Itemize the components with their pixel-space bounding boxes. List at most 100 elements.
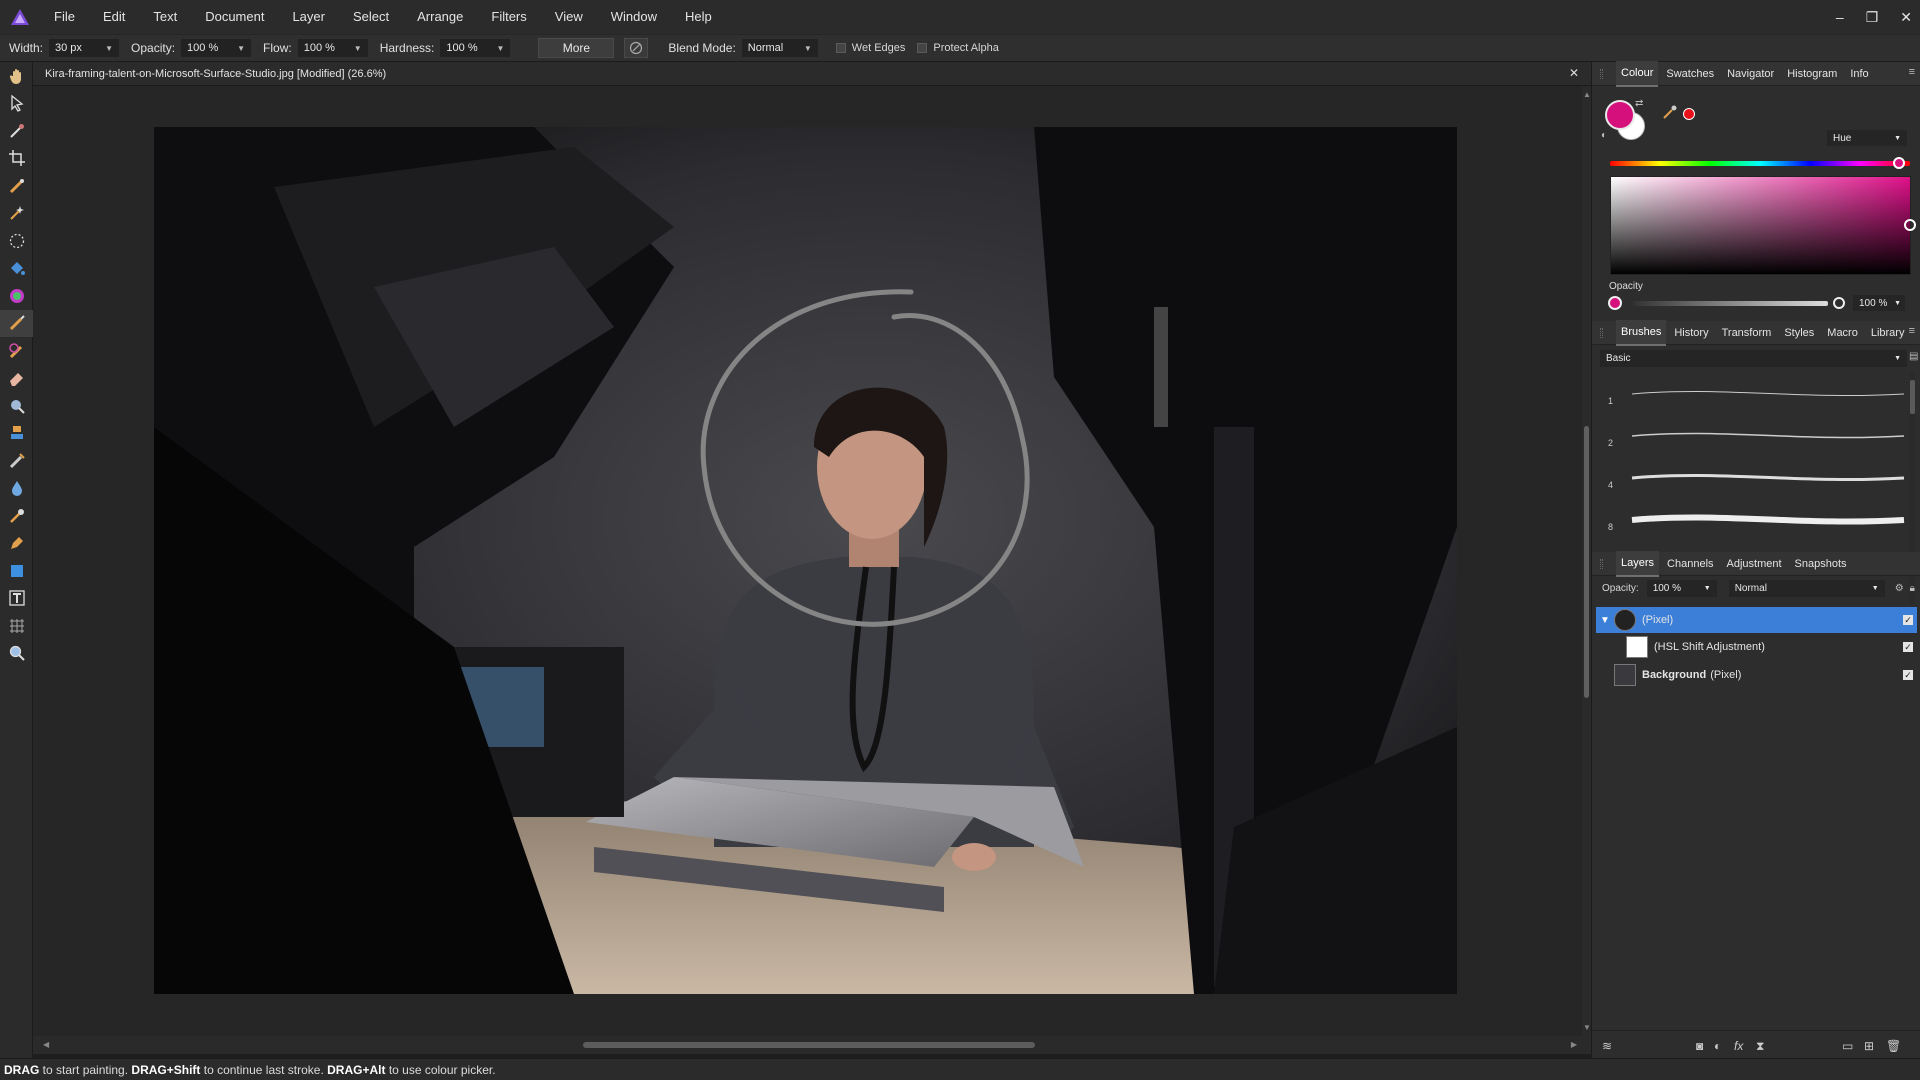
- hardness-field[interactable]: 100 % ▼: [440, 39, 511, 57]
- protect-alpha-checkbox[interactable]: [917, 43, 928, 53]
- menu-view[interactable]: View: [541, 0, 597, 34]
- flow-field[interactable]: 100 % ▼: [297, 39, 368, 57]
- tool-move[interactable]: [0, 90, 33, 118]
- menu-text[interactable]: Text: [139, 0, 191, 34]
- menu-filters[interactable]: Filters: [477, 0, 540, 34]
- mask-icon[interactable]: ◙: [1696, 1039, 1703, 1053]
- primary-colour-swatch[interactable]: [1605, 100, 1635, 130]
- blend-mode-select[interactable]: Normal ▼: [741, 39, 818, 57]
- brush-view-icon[interactable]: ▤: [1909, 351, 1918, 362]
- menu-help[interactable]: Help: [671, 0, 726, 34]
- tab-colour[interactable]: Colour: [1616, 60, 1659, 87]
- tab-adjustment[interactable]: Adjustment: [1722, 552, 1787, 576]
- tab-layers[interactable]: Layers: [1616, 550, 1660, 577]
- menu-arrange[interactable]: Arrange: [403, 0, 477, 34]
- vertical-scrollbar[interactable]: ▲ ▼: [1582, 86, 1591, 1036]
- brush-item[interactable]: 4: [1608, 464, 1908, 504]
- panel-menu-icon[interactable]: ≡: [1909, 325, 1915, 337]
- menu-window[interactable]: Window: [597, 0, 671, 34]
- tab-snapshots[interactable]: Snapshots: [1790, 552, 1852, 576]
- brush-category-select[interactable]: Basic ▼: [1600, 350, 1907, 367]
- live-filter-icon[interactable]: ⧗: [1756, 1039, 1764, 1054]
- tool-pen[interactable]: [0, 530, 33, 558]
- colour-mode-select[interactable]: Hue ▼: [1827, 130, 1907, 146]
- horizontal-scroll-thumb[interactable]: [583, 1042, 1035, 1048]
- layer-stack-icon[interactable]: ≋: [1602, 1039, 1612, 1053]
- eyedropper-icon[interactable]: [1662, 104, 1678, 123]
- stylus-pressure-button[interactable]: [624, 38, 649, 58]
- close-document-button[interactable]: ✕: [1569, 66, 1579, 80]
- panel-menu-icon[interactable]: ≡: [1909, 66, 1915, 78]
- tool-clone[interactable]: [0, 420, 33, 448]
- document-tab[interactable]: Kira-framing-talent-on-Microsoft-Surface…: [33, 62, 1591, 86]
- tool-hand[interactable]: [0, 62, 33, 90]
- brushes-scroll-thumb[interactable]: [1910, 380, 1915, 414]
- brush-item[interactable]: 1: [1608, 380, 1908, 420]
- menu-select[interactable]: Select: [339, 0, 403, 34]
- tab-library[interactable]: Library: [1866, 321, 1910, 345]
- width-field[interactable]: 30 px ▼: [49, 39, 120, 57]
- tool-smudge[interactable]: [0, 502, 33, 530]
- layer-row[interactable]: Background (Pixel) ✓: [1596, 662, 1917, 688]
- tab-navigator[interactable]: Navigator: [1722, 62, 1779, 86]
- tool-dodge[interactable]: [0, 392, 33, 420]
- menu-layer[interactable]: Layer: [278, 0, 339, 34]
- layer-row[interactable]: (HSL Shift Adjustment) ✓: [1596, 634, 1917, 660]
- colour-opacity-field[interactable]: 100 % ▼: [1853, 295, 1905, 311]
- panel-grip-icon[interactable]: [1600, 559, 1603, 569]
- scroll-left-icon[interactable]: ◀: [43, 1040, 49, 1049]
- adjustment-icon[interactable]: ◐: [1714, 1039, 1721, 1053]
- layer-opacity-field[interactable]: 100 % ▼: [1646, 579, 1717, 597]
- reset-colours-icon[interactable]: ◐: [1601, 130, 1607, 141]
- brush-item[interactable]: 8: [1608, 506, 1908, 546]
- tool-paint-brush[interactable]: [0, 309, 33, 337]
- tool-zoom[interactable]: [0, 640, 33, 668]
- tool-color-replacement[interactable]: [0, 337, 33, 365]
- folder-icon[interactable]: ▭: [1842, 1039, 1853, 1053]
- scroll-up-icon[interactable]: ▲: [1583, 90, 1591, 99]
- tab-styles[interactable]: Styles: [1779, 321, 1819, 345]
- swap-colours-icon[interactable]: ⇄: [1635, 98, 1643, 109]
- tab-history[interactable]: History: [1669, 321, 1713, 345]
- hue-slider[interactable]: [1610, 157, 1910, 169]
- tool-gradient[interactable]: [0, 282, 33, 310]
- tool-erase[interactable]: [0, 365, 33, 393]
- lock-icon[interactable]: 🔒︎: [1910, 583, 1915, 594]
- tab-brushes[interactable]: Brushes: [1616, 319, 1667, 346]
- tab-histogram[interactable]: Histogram: [1782, 62, 1842, 86]
- tab-macro[interactable]: Macro: [1822, 321, 1863, 345]
- tool-mesh-warp[interactable]: [0, 612, 33, 640]
- panel-grip-icon[interactable]: [1600, 328, 1603, 338]
- tool-flood-fill[interactable]: [0, 255, 33, 283]
- tab-channels[interactable]: Channels: [1662, 552, 1718, 576]
- more-button[interactable]: More: [538, 38, 615, 58]
- menu-document[interactable]: Document: [191, 0, 278, 34]
- tool-rectangle[interactable]: [0, 557, 33, 585]
- tab-info[interactable]: Info: [1845, 62, 1873, 86]
- tool-blur[interactable]: [0, 475, 33, 503]
- brush-item[interactable]: 2: [1608, 422, 1908, 462]
- wet-edges-checkbox[interactable]: [835, 43, 846, 53]
- expand-chevron-icon[interactable]: ▼: [1596, 615, 1614, 626]
- scroll-down-icon[interactable]: ▼: [1583, 1023, 1591, 1032]
- layer-visibility-checkbox[interactable]: ✓: [1903, 670, 1913, 680]
- tab-transform[interactable]: Transform: [1717, 321, 1777, 345]
- tool-text[interactable]: [0, 585, 33, 613]
- panel-grip-icon[interactable]: [1600, 69, 1603, 79]
- restore-button[interactable]: ❐: [1866, 9, 1879, 26]
- layer-visibility-checkbox[interactable]: ✓: [1903, 642, 1913, 652]
- menu-file[interactable]: File: [40, 0, 89, 34]
- fx-icon[interactable]: fx: [1734, 1039, 1743, 1053]
- tool-crop[interactable]: [0, 145, 33, 173]
- menu-edit[interactable]: Edit: [89, 0, 139, 34]
- layer-visibility-checkbox[interactable]: ✓: [1903, 615, 1913, 625]
- close-window-button[interactable]: ✕: [1900, 9, 1912, 26]
- tool-color-picker[interactable]: [0, 117, 33, 145]
- minimize-button[interactable]: –: [1836, 9, 1844, 25]
- vertical-scroll-thumb[interactable]: [1584, 426, 1589, 698]
- tool-healing[interactable]: [0, 447, 33, 475]
- gear-icon[interactable]: ⚙: [1895, 583, 1904, 594]
- picked-colour-swatch[interactable]: [1683, 108, 1695, 120]
- add-layer-icon[interactable]: ⊞: [1864, 1039, 1874, 1053]
- tab-swatches[interactable]: Swatches: [1661, 62, 1719, 86]
